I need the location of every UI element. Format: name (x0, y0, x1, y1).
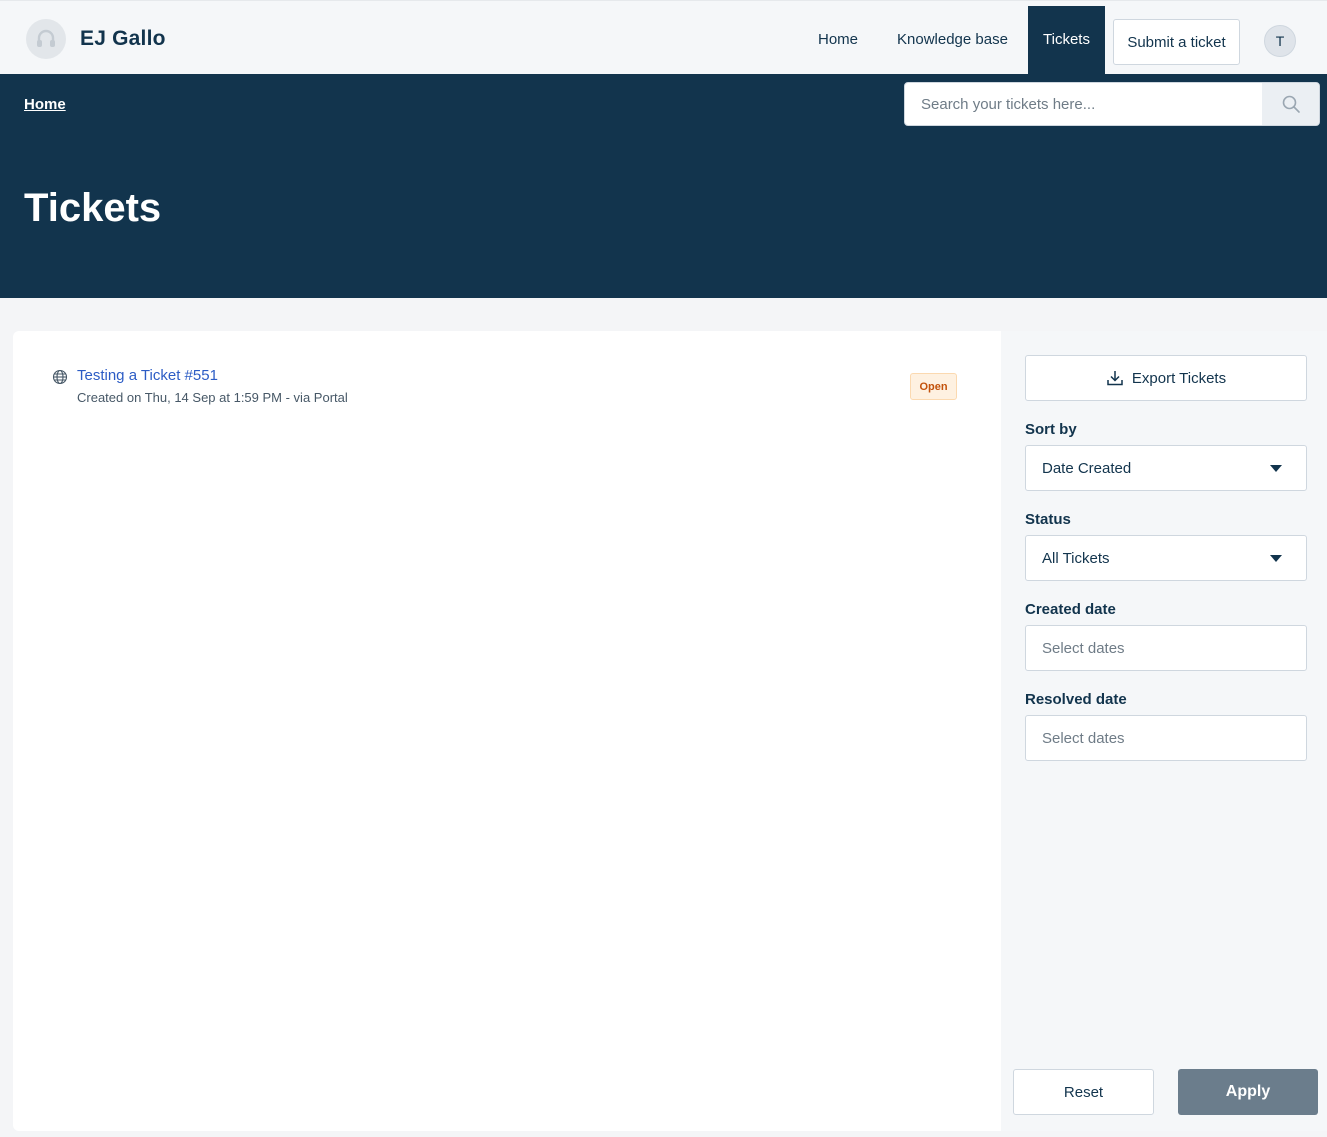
sort-by-select[interactable]: Date Created (1025, 445, 1307, 491)
created-date-field[interactable] (1025, 625, 1307, 671)
top-navbar: EJ Gallo Home Knowledge base Tickets Sub… (0, 0, 1327, 74)
ticket-meta: Created on Thu, 14 Sep at 1:59 PM - via … (77, 390, 348, 405)
chevron-down-icon (1270, 555, 1282, 562)
brand-name[interactable]: EJ Gallo (80, 27, 166, 51)
status-label: Status (1025, 511, 1071, 528)
page-hero: Home Tickets (0, 74, 1327, 298)
ticket-title-link[interactable]: Testing a Ticket #551 (77, 367, 218, 384)
ticket-list: Testing a Ticket #551 Created on Thu, 14… (13, 331, 1001, 1131)
resolved-date-field[interactable] (1025, 715, 1307, 761)
export-tickets-button[interactable]: Export Tickets (1025, 355, 1307, 401)
status-select[interactable]: All Tickets (1025, 535, 1307, 581)
nav-tickets[interactable]: Tickets (1028, 6, 1105, 74)
status-value: All Tickets (1042, 549, 1110, 567)
search-button[interactable] (1262, 83, 1319, 125)
headset-logo-icon[interactable] (26, 19, 66, 59)
reset-button[interactable]: Reset (1013, 1069, 1154, 1115)
ticket-row[interactable]: Testing a Ticket #551 Created on Thu, 14… (13, 331, 1001, 421)
page-title: Tickets (24, 186, 162, 230)
apply-button[interactable]: Apply (1178, 1069, 1318, 1115)
search-input[interactable] (905, 83, 1263, 125)
nav-home[interactable]: Home (818, 31, 858, 48)
globe-icon (52, 369, 68, 385)
ticket-search (904, 82, 1320, 126)
filter-sidebar: Export Tickets Sort by Date Created Stat… (1001, 331, 1327, 1131)
breadcrumb-home[interactable]: Home (24, 96, 66, 113)
nav-knowledge-base[interactable]: Knowledge base (897, 31, 1008, 48)
export-tickets-label: Export Tickets (1131, 369, 1227, 387)
status-badge: Open (910, 373, 957, 400)
resolved-date-label: Resolved date (1025, 691, 1127, 708)
chevron-down-icon (1270, 465, 1282, 472)
headset-icon (37, 29, 55, 47)
sort-by-value: Date Created (1042, 459, 1132, 477)
download-icon (1107, 371, 1123, 386)
avatar[interactable]: T (1264, 25, 1296, 57)
sort-by-label: Sort by (1025, 421, 1077, 438)
search-icon (1282, 95, 1300, 113)
submit-ticket-button[interactable]: Submit a ticket (1113, 19, 1240, 65)
created-date-label: Created date (1025, 601, 1116, 618)
